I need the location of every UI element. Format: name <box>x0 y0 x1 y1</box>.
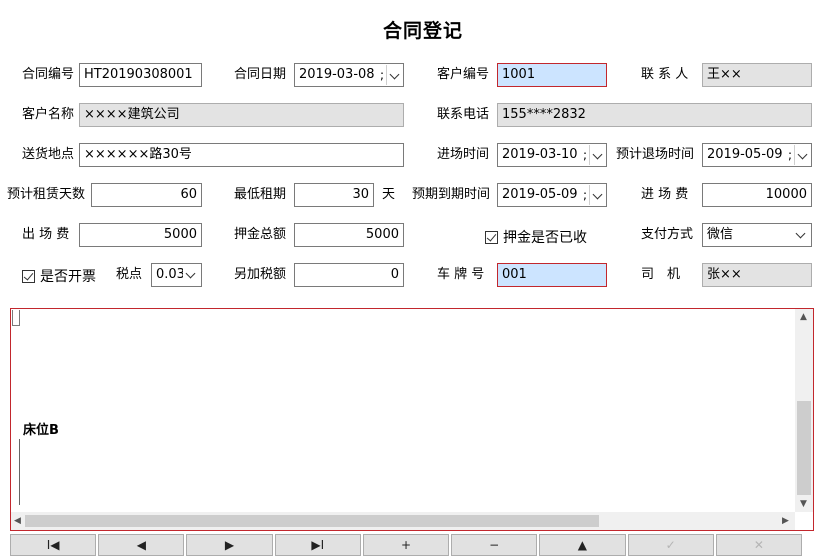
contract-date-label: 合同日期 <box>234 67 287 82</box>
entry-fee-field[interactable]: 10000 <box>702 183 812 207</box>
memo-cursor-box <box>12 310 20 326</box>
scroll-up-icon[interactable]: ▲ <box>800 312 807 322</box>
customer-no-field[interactable]: 1001 <box>497 63 607 87</box>
contact-label: 联 系 人 <box>641 67 689 82</box>
chevron-down-icon[interactable] <box>589 185 606 205</box>
min-rent-field[interactable]: 30 <box>294 183 374 207</box>
invoice-checkbox[interactable]: 是否开票 <box>22 266 96 286</box>
deposit-collected-checkbox[interactable]: 押金是否已收 <box>485 227 587 247</box>
phone-label: 联系电话 <box>437 107 490 122</box>
address-field[interactable]: ××××××路30号 <box>79 143 404 167</box>
memo-caret <box>19 439 20 505</box>
checkbox-checked-icon <box>22 269 35 283</box>
contact-field[interactable]: 王×× <box>702 63 812 87</box>
scroll-right-icon[interactable]: ▶ <box>782 516 789 526</box>
memo-text: 床位B <box>23 423 59 438</box>
plate-no-label: 车 牌 号 <box>437 267 485 282</box>
scroll-down-icon[interactable]: ▼ <box>800 499 807 509</box>
next-record-button[interactable]: ▶ <box>186 534 273 556</box>
min-rent-unit: 天 <box>382 187 396 202</box>
chevron-down-icon[interactable] <box>386 65 403 85</box>
payment-label: 支付方式 <box>641 227 694 242</box>
date-separator: ; <box>788 148 793 162</box>
horizontal-scrollbar[interactable]: ◀ ▶ <box>11 512 795 530</box>
invoice-label: 是否开票 <box>40 269 96 285</box>
planned-exit-label: 预计退场时间 <box>616 147 695 162</box>
insert-record-button[interactable]: + <box>362 534 450 556</box>
exit-fee-label: 出 场 费 <box>22 227 70 242</box>
date-separator: ; <box>583 188 588 202</box>
due-date-value: 2019-05-09 <box>502 187 578 202</box>
deposit-collected-label: 押金是否已收 <box>503 230 587 246</box>
contract-no-field[interactable]: HT20190308001 <box>79 63 202 87</box>
tax-rate-value: 0.03 <box>156 267 185 282</box>
planned-exit-value: 2019-05-09 <box>707 147 783 162</box>
entry-time-label: 进场时间 <box>437 147 490 162</box>
prev-record-button[interactable]: ◀ <box>98 534 185 556</box>
contract-no-label: 合同编号 <box>22 67 75 82</box>
due-date-label: 预期到期时间 <box>412 187 491 202</box>
post-record-button[interactable]: ✓ <box>627 534 714 556</box>
due-date-picker[interactable]: 2019-05-09 ; <box>497 183 607 207</box>
plate-no-field[interactable]: 001 <box>497 263 607 287</box>
phone-field[interactable]: 155****2832 <box>497 103 812 127</box>
record-navigator: I◀ ◀ ▶ ▶I + − ▲ ✓ ✕ <box>10 534 802 556</box>
extra-tax-label: 另加税额 <box>234 267 287 282</box>
scroll-left-icon[interactable]: ◀ <box>14 516 21 526</box>
vertical-scrollbar[interactable]: ▲ ▼ <box>795 309 813 512</box>
rent-days-field[interactable]: 60 <box>91 183 202 207</box>
entry-fee-label: 进 场 费 <box>641 187 689 202</box>
customer-name-label: 客户名称 <box>22 107 75 122</box>
rent-days-label: 预计租赁天数 <box>7 187 86 202</box>
form-title: 合同登记 <box>382 20 463 42</box>
exit-fee-field[interactable]: 5000 <box>79 223 202 247</box>
customer-name-field[interactable]: ××××建筑公司 <box>79 103 404 127</box>
edit-record-button[interactable]: ▲ <box>539 534 626 556</box>
checkbox-checked-icon <box>485 230 498 244</box>
date-separator: ; <box>380 68 385 82</box>
payment-select[interactable]: 微信 <box>702 223 812 247</box>
date-separator: ; <box>583 148 588 162</box>
memo-area[interactable]: 床位B ▲ ▼ ◀ ▶ <box>10 308 814 531</box>
min-rent-label: 最低租期 <box>234 187 287 202</box>
driver-field[interactable]: 张×× <box>702 263 812 287</box>
planned-exit-picker[interactable]: 2019-05-09 ; <box>702 143 812 167</box>
tax-rate-select[interactable]: 0.03 <box>151 263 202 287</box>
chevron-down-icon[interactable] <box>183 264 201 286</box>
deposit-label: 押金总额 <box>234 227 287 242</box>
cancel-record-button[interactable]: ✕ <box>715 534 802 556</box>
driver-label: 司 机 <box>641 267 681 282</box>
extra-tax-field[interactable]: 0 <box>294 263 404 287</box>
customer-no-label: 客户编号 <box>437 67 490 82</box>
address-label: 送货地点 <box>22 147 75 162</box>
delete-record-button[interactable]: − <box>451 534 538 556</box>
tax-rate-label: 税点 <box>116 267 143 282</box>
entry-time-value: 2019-03-10 <box>502 147 578 162</box>
chevron-down-icon[interactable] <box>794 145 811 165</box>
payment-value: 微信 <box>707 227 734 242</box>
last-record-button[interactable]: ▶I <box>274 534 361 556</box>
chevron-down-icon[interactable] <box>589 145 606 165</box>
vertical-scroll-thumb[interactable] <box>797 401 811 495</box>
entry-time-picker[interactable]: 2019-03-10 ; <box>497 143 607 167</box>
contract-date-picker[interactable]: 2019-03-08 ; <box>294 63 404 87</box>
contract-date-value: 2019-03-08 <box>299 67 375 82</box>
deposit-field[interactable]: 5000 <box>294 223 404 247</box>
horizontal-scroll-thumb[interactable] <box>25 515 599 527</box>
first-record-button[interactable]: I◀ <box>10 534 97 556</box>
chevron-down-icon[interactable] <box>793 224 811 246</box>
